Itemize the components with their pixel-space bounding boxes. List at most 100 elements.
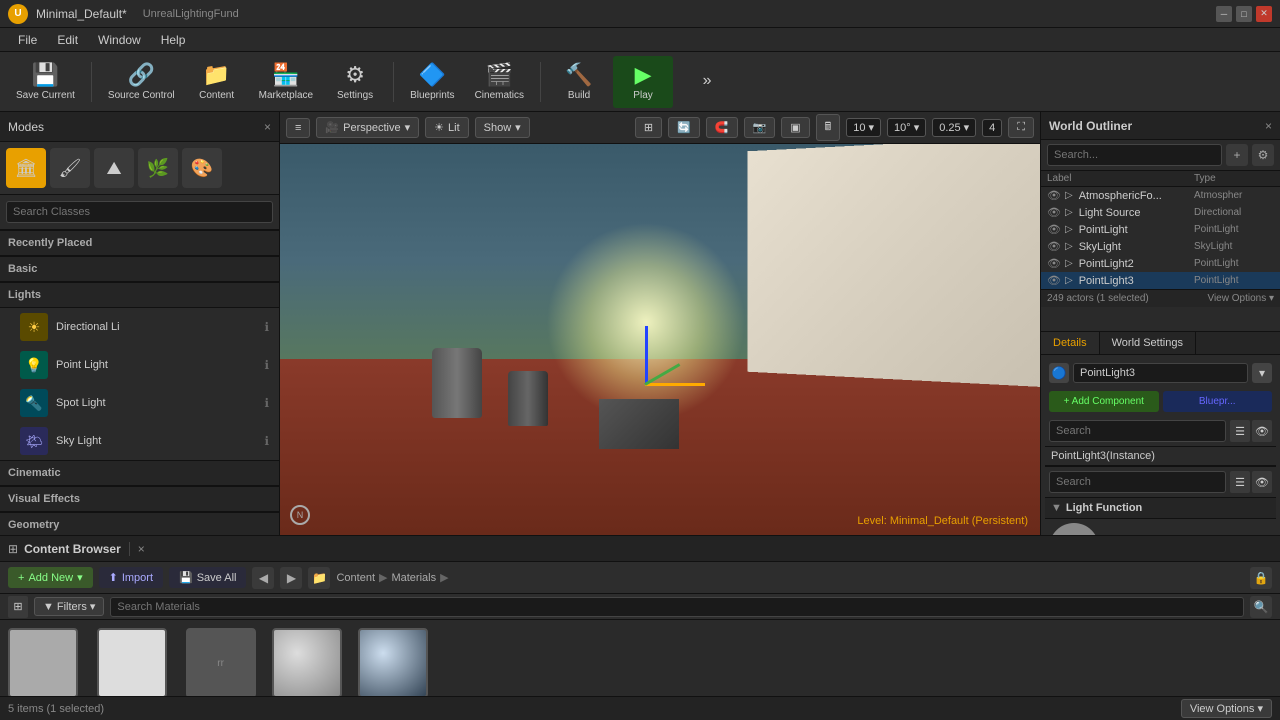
angle-button[interactable]: 🔄 <box>668 117 700 138</box>
marketplace-button[interactable]: 🏪 Marketplace <box>251 56 321 108</box>
foliage-mode-button[interactable]: 🌿 <box>138 148 178 188</box>
sky-light-item[interactable]: 🌤 Sky Light ℹ <box>0 422 279 460</box>
import-button[interactable]: ⬆ Import <box>99 567 163 588</box>
maximize-viewport-button[interactable]: ⛶ <box>1008 117 1034 138</box>
outliner-settings-button[interactable]: ⚙ <box>1252 144 1274 166</box>
spot-light-info[interactable]: ℹ <box>264 396 269 410</box>
save-current-button[interactable]: 💾 Save Current <box>8 56 83 108</box>
outliner-item-pointlight[interactable]: 👁 ▷ PointLight PointLight <box>1041 221 1280 238</box>
modes-close-button[interactable]: × <box>264 120 271 134</box>
filters-button[interactable]: ▼ Filters ▾ <box>34 597 104 616</box>
search-classes-input[interactable] <box>6 201 273 223</box>
lights-header[interactable]: Lights <box>0 282 279 308</box>
outliner-add-button[interactable]: + <box>1226 144 1248 166</box>
outliner-item-skylight[interactable]: 👁 ▷ SkyLight SkyLight <box>1041 238 1280 255</box>
asset-lightflicker-inst[interactable]: LightFlicker_ Inst <box>94 628 170 696</box>
calc-button[interactable]: 🖩 <box>816 114 841 141</box>
basic-header[interactable]: Basic <box>0 256 279 282</box>
camera-button[interactable]: 📷 <box>744 117 776 138</box>
nav-folder-button[interactable]: 📁 <box>308 567 330 589</box>
eye-icon-atmospheric[interactable]: 👁 <box>1047 189 1061 202</box>
eye-icon-skylight[interactable]: 👁 <box>1047 240 1061 253</box>
geometry-header[interactable]: Geometry <box>0 512 279 535</box>
detail-eye-button-2[interactable]: 👁 <box>1252 471 1272 493</box>
detail-list-view-button-2[interactable]: ☰ <box>1230 471 1250 493</box>
close-button[interactable]: ✕ <box>1256 6 1272 22</box>
content-search-icon[interactable]: 🔍 <box>1250 596 1272 618</box>
expand-button[interactable]: » <box>677 56 737 108</box>
component-picker-arrow[interactable]: ▾ <box>1252 363 1272 383</box>
blueprints-button[interactable]: 🔷 Blueprints <box>402 56 462 108</box>
menu-file[interactable]: File <box>8 28 47 51</box>
mesh-paint-button[interactable]: 🎨 <box>182 148 222 188</box>
blueprint-button[interactable]: Bluepr... <box>1163 391 1273 412</box>
breadcrumb-materials[interactable]: Materials <box>391 572 436 584</box>
detail-eye-button[interactable]: 👁 <box>1252 420 1272 442</box>
content-search-input[interactable] <box>110 597 1244 617</box>
place-mode-button[interactable]: 🏛 <box>6 148 46 188</box>
spot-light-item[interactable]: 🔦 Spot Light ℹ <box>0 384 279 422</box>
outliner-item-pointlight2[interactable]: 👁 ▷ PointLight2 PointLight <box>1041 255 1280 272</box>
recently-placed-header[interactable]: Recently Placed <box>0 230 279 256</box>
tab-world-settings[interactable]: World Settings <box>1100 332 1196 354</box>
lit-button[interactable]: ☀ Lit <box>425 117 469 138</box>
outliner-view-options-button[interactable]: View Options ▾ <box>1207 293 1274 304</box>
cinematic-header[interactable]: Cinematic <box>0 460 279 486</box>
nav-forward-button[interactable]: ▶ <box>280 567 302 589</box>
build-button[interactable]: 🔨 Build <box>549 56 609 108</box>
play-button[interactable]: ▶ Play <box>613 56 673 108</box>
content-browser-close-button[interactable]: × <box>138 542 145 556</box>
minimize-button[interactable]: ─ <box>1216 6 1232 22</box>
breadcrumb-content[interactable]: Content <box>336 572 375 584</box>
detail-search-input-2[interactable] <box>1049 471 1226 493</box>
add-component-button[interactable]: + Add Component <box>1049 391 1159 412</box>
landscape-mode-button[interactable]: ⛰ <box>94 148 134 188</box>
outliner-item-pointlight3[interactable]: 👁 ▷ PointLight3 PointLight <box>1041 272 1280 289</box>
component-name-input[interactable] <box>1073 363 1248 383</box>
viewport-menu-button[interactable]: ≡ <box>286 118 310 138</box>
outliner-close-button[interactable]: × <box>1265 119 1272 133</box>
surface-button[interactable]: ▣ <box>781 117 809 138</box>
detail-search-input[interactable] <box>1049 420 1226 442</box>
eye-icon-pointlight3[interactable]: 👁 <box>1047 274 1061 287</box>
3d-viewport[interactable]: LIGHTING NEEDS TO BE REBUILT (168 unbuil… <box>280 144 1040 535</box>
tile-view-button[interactable]: ⊞ <box>8 596 28 618</box>
outliner-item-lightsource[interactable]: 👁 ▷ Light Source Directional <box>1041 204 1280 221</box>
light-function-section-header[interactable]: ▼ Light Function <box>1045 498 1276 519</box>
tab-details[interactable]: Details <box>1041 332 1100 354</box>
directional-light-item[interactable]: ☀ Directional Li ℹ <box>0 308 279 346</box>
menu-edit[interactable]: Edit <box>47 28 88 51</box>
menu-window[interactable]: Window <box>88 28 151 51</box>
asset-matmodeling[interactable]: matModeling <box>358 628 428 696</box>
visual-effects-header[interactable]: Visual Effects <box>0 486 279 512</box>
add-new-button[interactable]: + Add New ▾ <box>8 567 93 588</box>
directional-light-info[interactable]: ℹ <box>264 320 269 334</box>
view-options-button[interactable]: View Options ▾ <box>1181 699 1272 718</box>
snap-button[interactable]: 🧲 <box>706 117 738 138</box>
point-light-item[interactable]: 💡 Point Light ℹ <box>0 346 279 384</box>
settings-button[interactable]: ⚙ Settings <box>325 56 385 108</box>
sky-light-info[interactable]: ℹ <box>264 434 269 448</box>
asset-matlight-inst[interactable]: matLight_ Inst <box>272 628 342 696</box>
source-control-button[interactable]: 🔗 Source Control <box>100 56 183 108</box>
nav-back-button[interactable]: ◀ <box>252 567 274 589</box>
content-button[interactable]: 📁 Content <box>187 56 247 108</box>
detail-list-view-button[interactable]: ☰ <box>1230 420 1250 442</box>
cinematics-button[interactable]: 🎬 Cinematics <box>467 56 532 108</box>
point-light-info[interactable]: ℹ <box>264 358 269 372</box>
grid-button[interactable]: ⊞ <box>635 117 662 138</box>
outliner-search-input[interactable] <box>1047 144 1222 166</box>
eye-icon-pointlight[interactable]: 👁 <box>1047 223 1061 236</box>
eye-icon-pointlight2[interactable]: 👁 <box>1047 257 1061 270</box>
asset-lightflicker[interactable]: LightFlicker <box>8 628 78 696</box>
save-all-button[interactable]: 💾 Save All <box>169 567 246 588</box>
browser-settings-button[interactable]: 🔒 <box>1250 567 1272 589</box>
outliner-item-atmospheric[interactable]: 👁 ▷ AtmosphericFo... Atmospher <box>1041 187 1280 204</box>
menu-help[interactable]: Help <box>151 28 196 51</box>
perspective-button[interactable]: 🎥 Perspective ▾ <box>316 117 419 138</box>
paint-mode-button[interactable]: 🖌 <box>50 148 90 188</box>
component-picker-button[interactable]: 🔵 <box>1049 363 1069 383</box>
maximize-button[interactable]: □ <box>1236 6 1252 22</box>
browser-lock-button[interactable]: 🔒 <box>1250 567 1272 589</box>
asset-matlight[interactable]: rr matLight <box>186 628 256 696</box>
